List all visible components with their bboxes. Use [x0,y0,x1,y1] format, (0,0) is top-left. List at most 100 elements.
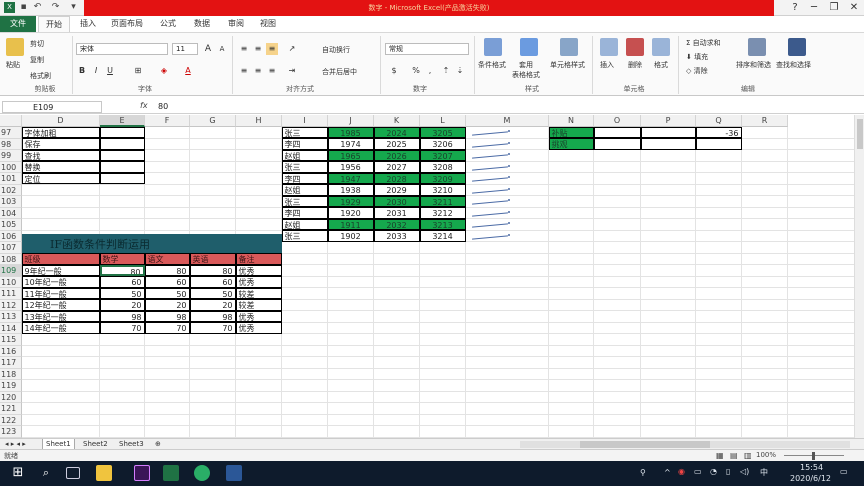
table-cell[interactable]: 80 [144,264,190,276]
table-cell-j[interactable]: 1911 [327,218,374,230]
connector-line[interactable] [472,234,508,240]
row-header-115[interactable]: 115 [0,334,22,346]
find-select-icon[interactable] [788,38,806,56]
connector-line[interactable] [472,131,508,136]
align-middle-icon[interactable]: ≡ [252,43,264,55]
fill-color-icon[interactable]: ◈ [158,65,170,77]
row-header-105[interactable]: 105 [0,219,22,231]
empty-cell-e[interactable] [99,172,145,184]
sort-filter-button[interactable]: 排序和筛选 [736,60,771,70]
tray-chevron-icon[interactable]: ^ [664,468,671,477]
column-header-h[interactable]: H [236,115,282,127]
tab-formulas[interactable]: 公式 [152,16,184,32]
tray-volume-icon[interactable]: ◁) [740,467,749,476]
format-cells-icon[interactable] [652,38,670,56]
table-cell-j[interactable]: 1965 [327,149,374,161]
save-icon[interactable]: ▪ [18,2,29,13]
connector-line[interactable] [472,211,508,217]
column-header-e[interactable]: E [100,115,145,127]
tray-wifi-icon[interactable]: ◔ [710,467,717,476]
table-cell-l[interactable]: 3211 [419,195,466,207]
increase-decimal-icon[interactable]: ⇡ [440,65,452,77]
value-cell-q[interactable] [695,138,742,150]
column-header-o[interactable]: O [594,115,641,127]
active-cell-e109[interactable]: 80 [99,264,145,276]
table-cell-l[interactable]: 3205 [419,126,466,138]
empty-cell-o[interactable] [593,126,641,138]
column-header-q[interactable]: Q [696,115,742,127]
table-cell-i[interactable]: 赵姐 [281,218,328,230]
worksheet-grid[interactable]: D E F G H I J K L M N O P Q R 97 98 99 100 101 102 103 104 105 1… [0,115,854,438]
cell-styles-icon[interactable] [560,38,578,56]
excel-taskbar-icon[interactable] [163,465,179,481]
table-cell-i[interactable]: 张三 [281,126,328,138]
row-header-104[interactable]: 104 [0,207,22,219]
table-cell-l[interactable]: 3208 [419,161,466,173]
row-header-114[interactable]: 114 [0,322,22,334]
align-center-icon[interactable]: ≡ [252,65,264,77]
table-cell-k[interactable]: 2032 [373,218,420,230]
empty-cell-p[interactable] [640,126,696,138]
column-header-j[interactable]: J [328,115,374,127]
table-cell[interactable]: 70 [144,322,190,334]
row-header-99[interactable]: 99 [0,150,22,162]
table-cell[interactable]: 20 [189,299,236,311]
table-cell[interactable]: 98 [144,310,190,322]
delete-cells-button[interactable]: 删除 [628,60,642,70]
table-cell-i[interactable]: 李四 [281,207,328,219]
sort-filter-icon[interactable] [748,38,766,56]
tray-network-icon[interactable]: ▭ [694,467,702,476]
table-cell-k[interactable]: 2024 [373,126,420,138]
table-cell[interactable]: 50 [99,287,145,299]
redo-icon[interactable]: ↷ [50,2,61,13]
decrease-decimal-icon[interactable]: ⇣ [454,65,466,77]
table-cell[interactable]: 14年纪一般 [21,322,100,334]
premiere-icon[interactable] [134,465,150,481]
column-header-r[interactable]: R [742,115,788,127]
empty-cell-e[interactable] [99,161,145,173]
tab-home[interactable]: 开始 [38,16,70,32]
table-cell[interactable]: 12年纪一般 [21,299,100,311]
search-icon[interactable]: ⌕ [38,465,54,481]
cell-styles-button[interactable]: 单元格样式 [550,60,585,70]
table-cell[interactable]: 98 [189,310,236,322]
comma-button[interactable]: , [424,65,436,77]
row-header-98[interactable]: 98 [0,138,22,150]
table-cell[interactable]: 50 [144,287,190,299]
row-header-97[interactable]: 97 [0,127,22,139]
table-cell[interactable]: 11年纪一般 [21,287,100,299]
fill-button[interactable]: ⬇ 填充 [686,52,708,62]
table-cell[interactable]: 70 [99,322,145,334]
row-header-109[interactable]: 109 [0,265,22,277]
column-header-f[interactable]: F [145,115,190,127]
connector-line[interactable] [472,154,508,159]
zoom-level[interactable]: 100% [756,451,776,459]
format-cells-button[interactable]: 格式 [654,60,668,70]
row-header-101[interactable]: 101 [0,173,22,185]
paste-button[interactable]: 粘贴 [6,60,20,70]
insert-cells-icon[interactable] [600,38,618,56]
table-cell[interactable]: 优秀 [235,276,282,288]
table-cell-j[interactable]: 1920 [327,207,374,219]
table-cell[interactable]: 较差 [235,287,282,299]
column-header-k[interactable]: K [374,115,420,127]
align-top-icon[interactable]: ≡ [238,43,250,55]
empty-cell-e[interactable] [99,149,145,161]
table-cell-j[interactable]: 1974 [327,138,374,150]
minimize-button[interactable]: ─ [804,0,824,16]
align-left-icon[interactable]: ≡ [238,65,250,77]
connector-line[interactable] [472,223,508,228]
paste-icon[interactable] [6,38,24,56]
horizontal-scroll-thumb[interactable] [580,441,710,448]
table-cell[interactable]: 70 [189,322,236,334]
tab-view[interactable]: 视图 [252,16,284,32]
select-all-corner[interactable] [0,115,22,127]
start-icon[interactable]: ⊞ [10,465,26,481]
table-cell[interactable]: 较差 [235,299,282,311]
tab-file[interactable]: 文件 [0,16,36,32]
table-cell-k[interactable]: 2026 [373,149,420,161]
bold-button[interactable]: B [76,65,88,77]
clock-time[interactable]: 15:54 [800,463,823,472]
table-cell[interactable]: 80 [189,264,236,276]
table-cell[interactable]: 优秀 [235,322,282,334]
